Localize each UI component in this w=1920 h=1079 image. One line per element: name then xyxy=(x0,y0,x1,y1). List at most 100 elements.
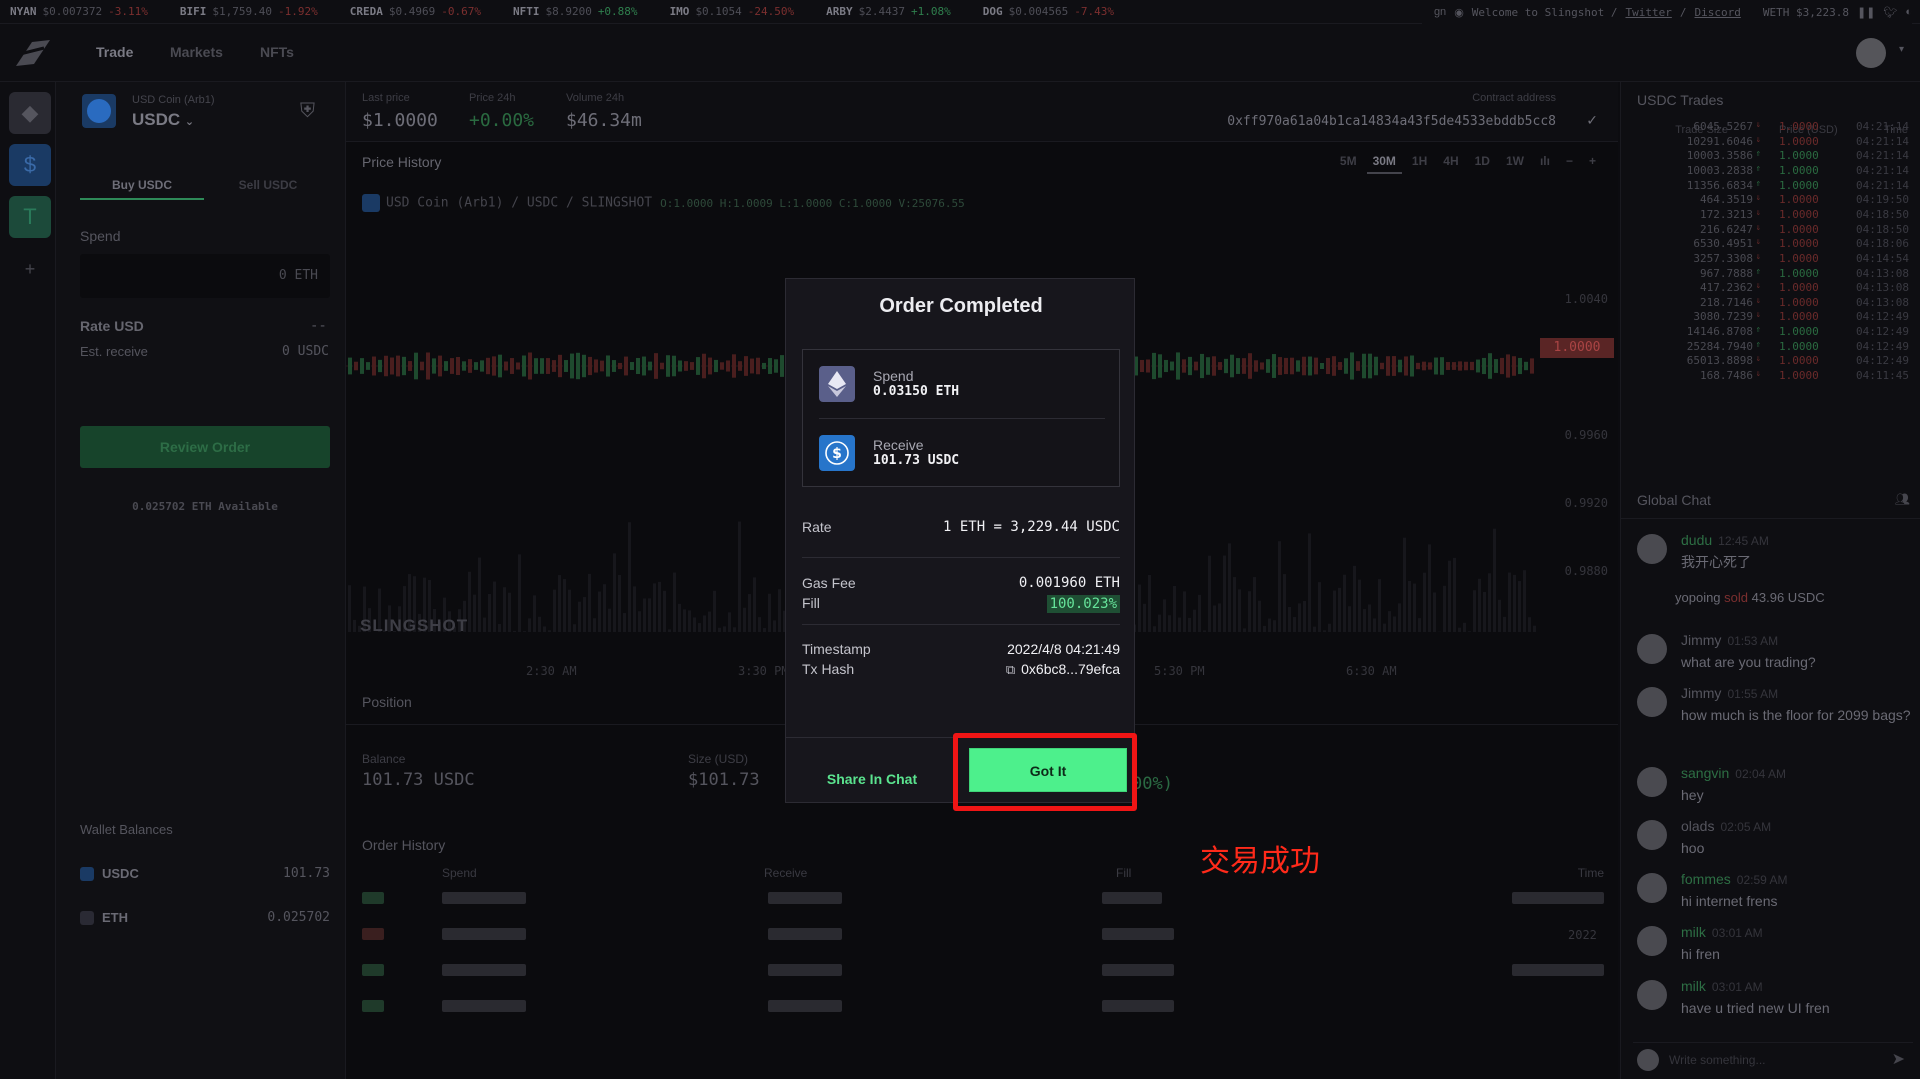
timeframe-1h[interactable]: 1H xyxy=(1406,150,1433,174)
ticker-item[interactable]: DOG $0.004565 -7.43% xyxy=(973,5,1136,18)
candle xyxy=(366,362,370,370)
spend-amount: 0.03150 ETH xyxy=(873,384,960,399)
timeframe-30m[interactable]: 30M xyxy=(1366,150,1402,174)
avatar[interactable] xyxy=(1637,634,1667,664)
trade-time: 04:12:49 xyxy=(1856,310,1909,324)
volume-bar xyxy=(588,573,591,632)
ticker-item[interactable]: IMO $0.1054 -24.50% xyxy=(660,5,817,18)
volume-bar xyxy=(553,589,556,632)
user-avatar[interactable] xyxy=(1856,38,1886,68)
chat-user[interactable]: milk 03:01 AM xyxy=(1681,978,1763,994)
volume-bar xyxy=(708,611,711,632)
tab-sell[interactable]: Sell USDC xyxy=(206,170,330,200)
order-history-row[interactable]: 2022 xyxy=(346,928,1618,958)
timeframe-5m[interactable]: 5M xyxy=(1334,150,1363,174)
slingshot-watermark: SLINGSHOT xyxy=(360,616,469,635)
send-icon[interactable]: ➤ xyxy=(1892,1049,1905,1069)
ticker-item[interactable]: ARBY $2.4437 +1.08% xyxy=(816,5,973,18)
chat-username: Jimmy xyxy=(1681,632,1722,648)
trade-size: 417.2362 xyxy=(1700,281,1753,295)
chat-user[interactable]: sangvin 02:04 AM xyxy=(1681,765,1786,781)
zoom-in-icon[interactable]: + xyxy=(1583,150,1602,174)
discord-link[interactable]: Discord xyxy=(1694,6,1740,19)
twitter-icon[interactable]: 🐦︎ xyxy=(1883,6,1897,19)
system-amount: 43.96 USDC xyxy=(1751,590,1825,605)
avatar[interactable] xyxy=(1637,820,1667,850)
avatar[interactable] xyxy=(1637,873,1667,903)
rate-row: Rate 1 ETH = 3,229.44 USDC xyxy=(802,517,1120,537)
volume-bar xyxy=(713,590,716,632)
wallet-title: Wallet Balances xyxy=(80,822,173,837)
x-tick: 5:30 PM xyxy=(1154,664,1205,678)
review-order-button[interactable]: Review Order xyxy=(80,426,330,468)
users-icon[interactable]: 👥︎ xyxy=(1895,492,1910,506)
volume-bar xyxy=(1203,630,1206,632)
volume-bar xyxy=(1168,615,1171,632)
volume-bar xyxy=(693,617,696,632)
trade-time: 04:18:50 xyxy=(1856,222,1909,236)
shield-icon[interactable]: ⛨ xyxy=(300,100,315,123)
timeframe-1d[interactable]: 1D xyxy=(1469,150,1496,174)
avatar[interactable] xyxy=(1637,767,1667,797)
chat-user[interactable]: fommes 02:59 AM xyxy=(1681,871,1788,887)
swap-summary: Spend 0.03150 ETH $ Receive 101.73 USDC xyxy=(802,349,1120,487)
avatar[interactable] xyxy=(1637,980,1667,1010)
chevron-down-icon[interactable]: ▾ xyxy=(1899,44,1904,55)
timeframe-1w[interactable]: 1W xyxy=(1500,150,1530,174)
chat-user[interactable]: olads 02:05 AM xyxy=(1681,818,1771,834)
avatar[interactable] xyxy=(1637,534,1667,564)
ticker-item[interactable]: NFTI $8.9200 +0.88% xyxy=(503,5,660,18)
ticker-item[interactable]: BIFI $1,759.40 -1.92% xyxy=(170,5,340,18)
nav-markets[interactable]: Markets xyxy=(170,44,223,60)
zoom-out-icon[interactable]: − xyxy=(1560,150,1579,174)
wallet-row-eth[interactable]: ETH 0.025702 xyxy=(80,908,330,928)
volume-bar xyxy=(1463,622,1466,632)
eth-token-icon[interactable]: ◆ xyxy=(9,92,51,134)
nav-nfts[interactable]: NFTs xyxy=(260,44,294,60)
chat-user[interactable]: Jimmy 01:55 AM xyxy=(1681,685,1778,701)
candle xyxy=(462,361,466,371)
avatar[interactable] xyxy=(1637,687,1667,717)
trade-time: 04:12:49 xyxy=(1856,325,1909,339)
indicator-icon[interactable]: ılı xyxy=(1534,150,1556,174)
fill-label: Fill xyxy=(802,595,820,611)
volume-bar xyxy=(573,624,576,632)
contract-address[interactable]: 0xff970a61a04b1ca14834a43f5de4533ebddb5c… xyxy=(1227,114,1556,129)
wallet-row-usdc[interactable]: USDC 101.73 xyxy=(80,864,330,884)
volume-bar xyxy=(1408,580,1411,632)
ticker-item[interactable]: NYAN $0.007372 -3.11% xyxy=(0,5,170,18)
order-panel: USD Coin (Arb1) USDC ⌄ ⛨ Buy USDC Sell U… xyxy=(56,82,346,1079)
candle xyxy=(696,357,700,375)
order-history-row[interactable] xyxy=(346,964,1618,994)
slingshot-logo-icon[interactable] xyxy=(10,36,54,70)
price24-label: Price 24h xyxy=(469,92,516,104)
chat-user[interactable]: Jimmy 01:53 AM xyxy=(1681,632,1778,648)
spend-input[interactable]: 0 ETH xyxy=(80,254,330,298)
order-history-row[interactable] xyxy=(346,1000,1618,1030)
nav-trade[interactable]: Trade xyxy=(96,44,133,60)
avatar[interactable] xyxy=(1637,926,1667,956)
coin-selector[interactable]: USDC ⌄ xyxy=(132,110,194,130)
txhash-link[interactable]: ⧉ 0x6bc8...79efca xyxy=(1006,661,1120,678)
order-history-row[interactable] xyxy=(346,892,1618,922)
chat-user[interactable]: milk 03:01 AM xyxy=(1681,924,1763,940)
ticker-item[interactable]: CREDA $0.4969 -0.67% xyxy=(340,5,503,18)
timeframe-4h[interactable]: 4H xyxy=(1437,150,1464,174)
share-in-chat-button[interactable]: Share In Chat xyxy=(802,759,942,799)
trade-size: 10003.3586 xyxy=(1686,149,1753,163)
volume-bar xyxy=(1343,574,1346,632)
usdc-token-icon[interactable]: $ xyxy=(9,144,51,186)
tab-buy[interactable]: Buy USDC xyxy=(80,170,204,200)
candle xyxy=(594,359,598,373)
twitter-link[interactable]: Twitter xyxy=(1626,6,1672,19)
candle xyxy=(456,356,460,376)
usdt-token-icon[interactable]: T xyxy=(9,196,51,238)
candle xyxy=(450,358,454,374)
add-token-icon[interactable]: + xyxy=(9,248,51,290)
pause-icon[interactable]: ❚❚ xyxy=(1857,6,1875,19)
discord-icon[interactable]: ◐ xyxy=(1905,6,1912,18)
chat-user[interactable]: dudu 12:45 AM xyxy=(1681,532,1769,548)
copy-icon[interactable]: ⧉ xyxy=(1006,662,1015,678)
chat-input[interactable]: Write something... ➤ xyxy=(1633,1042,1913,1071)
volume-bar xyxy=(1193,609,1196,632)
